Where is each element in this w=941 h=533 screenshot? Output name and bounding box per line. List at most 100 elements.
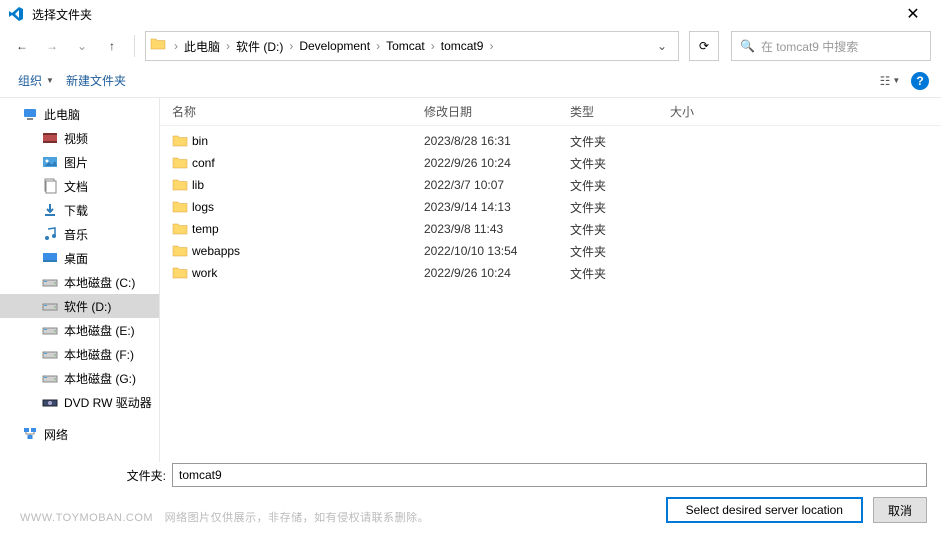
select-location-button[interactable]: Select desired server location	[666, 497, 863, 523]
nav-separator	[134, 35, 135, 57]
file-type: 文件夹	[570, 265, 670, 282]
breadcrumb-item[interactable]: 此电脑	[180, 38, 224, 55]
folder-icon	[172, 156, 192, 170]
breadcrumb-item[interactable]: Tomcat	[382, 39, 429, 53]
documents-icon	[42, 178, 58, 194]
sidebar-item-network[interactable]: 网络	[0, 422, 159, 446]
column-size[interactable]: 大小	[670, 103, 750, 120]
folder-label: 文件夹:	[14, 467, 172, 484]
column-headers: 名称 修改日期 类型 大小	[160, 98, 941, 126]
sidebar-item-label: 本地磁盘 (C:)	[64, 274, 135, 291]
chevron-down-icon: ▼	[46, 76, 54, 85]
folder-icon	[172, 178, 192, 192]
search-placeholder: 在 tomcat9 中搜索	[761, 38, 858, 55]
file-name: bin	[192, 134, 424, 148]
downloads-icon	[42, 202, 58, 218]
folder-row: 文件夹:	[14, 463, 927, 487]
refresh-button[interactable]: ⟳	[689, 31, 719, 61]
breadcrumb-dropdown[interactable]: ⌄	[650, 39, 674, 53]
main-area: 此电脑视频图片文档下载音乐桌面本地磁盘 (C:) 软件 (D:)本地磁盘 (E:)…	[0, 98, 941, 462]
music-icon	[42, 226, 58, 242]
sidebar-item[interactable]: 下载	[0, 198, 159, 222]
sidebar-item-label: 音乐	[64, 226, 88, 243]
sidebar-item[interactable]: 软件 (D:)	[0, 294, 159, 318]
file-row[interactable]: bin2023/8/28 16:31文件夹	[160, 130, 941, 152]
file-date: 2022/10/10 13:54	[424, 244, 570, 258]
file-row[interactable]: work2022/9/26 10:24文件夹	[160, 262, 941, 284]
file-row[interactable]: temp2023/9/8 11:43文件夹	[160, 218, 941, 240]
desktop-icon	[42, 250, 58, 266]
breadcrumb-item[interactable]: tomcat9	[437, 39, 488, 53]
file-name: webapps	[192, 244, 424, 258]
back-button[interactable]: ←	[10, 34, 34, 58]
file-type: 文件夹	[570, 133, 670, 150]
watermark: WWW.TOYMOBAN.COM 网络图片仅供展示，非存储，如有侵权请联系删除。	[20, 509, 429, 525]
sidebar-item-label: 此电脑	[44, 106, 80, 123]
file-type: 文件夹	[570, 221, 670, 238]
file-name: temp	[192, 222, 424, 236]
file-row[interactable]: conf2022/9/26 10:24文件夹	[160, 152, 941, 174]
file-date: 2023/9/8 11:43	[424, 222, 570, 236]
network-icon	[22, 426, 38, 442]
view-options-button[interactable]: ☷ ▼	[879, 70, 901, 92]
recent-button[interactable]: ⌄	[70, 34, 94, 58]
drive-icon	[42, 298, 58, 314]
breadcrumb-item[interactable]: 软件 (D:)	[232, 38, 287, 55]
file-name: conf	[192, 156, 424, 170]
column-name[interactable]: 名称	[172, 103, 424, 120]
folder-input[interactable]	[172, 463, 927, 487]
sidebar-item-label: 文档	[64, 178, 88, 195]
folder-icon	[172, 244, 192, 258]
sidebar-item-label: 图片	[64, 154, 88, 171]
chevron-down-icon: ▼	[892, 76, 900, 85]
sidebar-item[interactable]: 此电脑	[0, 102, 159, 126]
chevron-icon: ›	[224, 39, 232, 53]
pc-icon	[22, 106, 38, 122]
file-type: 文件夹	[570, 177, 670, 194]
drive-icon	[42, 370, 58, 386]
file-type: 文件夹	[570, 199, 670, 216]
close-button[interactable]: ✕	[893, 4, 933, 24]
breadcrumb[interactable]: › 此电脑 › 软件 (D:) › Development › Tomcat ›…	[145, 31, 679, 61]
sidebar-item-label: DVD RW 驱动器	[64, 394, 152, 411]
sidebar-item[interactable]: 图片	[0, 150, 159, 174]
forward-button[interactable]: →	[40, 34, 64, 58]
file-name: logs	[192, 200, 424, 214]
pictures-icon	[42, 154, 58, 170]
sidebar-item[interactable]: 桌面	[0, 246, 159, 270]
file-row[interactable]: lib2022/3/7 10:07文件夹	[160, 174, 941, 196]
cancel-button[interactable]: 取消	[873, 497, 927, 523]
organize-menu[interactable]: 组织 ▼	[12, 68, 60, 93]
drive-icon	[42, 274, 58, 290]
sidebar-item[interactable]: 视频	[0, 126, 159, 150]
new-folder-button[interactable]: 新建文件夹	[60, 68, 132, 93]
sidebar-item[interactable]: 本地磁盘 (F:)	[0, 342, 159, 366]
chevron-icon: ›	[487, 39, 495, 53]
file-row[interactable]: webapps2022/10/10 13:54文件夹	[160, 240, 941, 262]
chevron-icon: ›	[374, 39, 382, 53]
sidebar-item[interactable]: 本地磁盘 (G:)	[0, 366, 159, 390]
help-button[interactable]: ?	[911, 72, 929, 90]
sidebar-item-label: 桌面	[64, 250, 88, 267]
search-input[interactable]: 🔍 在 tomcat9 中搜索	[731, 31, 931, 61]
sidebar-item[interactable]: 音乐	[0, 222, 159, 246]
sidebar-item[interactable]: 文档	[0, 174, 159, 198]
column-type[interactable]: 类型	[570, 103, 670, 120]
breadcrumb-item[interactable]: Development	[295, 39, 374, 53]
sidebar-item[interactable]: 本地磁盘 (E:)	[0, 318, 159, 342]
file-list: bin2023/8/28 16:31文件夹conf2022/9/26 10:24…	[160, 126, 941, 462]
file-date: 2022/9/26 10:24	[424, 156, 570, 170]
sidebar-item-label: 视频	[64, 130, 88, 147]
file-row[interactable]: logs2023/9/14 14:13文件夹	[160, 196, 941, 218]
window-title: 选择文件夹	[32, 6, 893, 23]
sidebar-item[interactable]: DVD RW 驱动器	[0, 390, 159, 414]
sidebar: 此电脑视频图片文档下载音乐桌面本地磁盘 (C:) 软件 (D:)本地磁盘 (E:)…	[0, 98, 160, 462]
sidebar-item[interactable]: 本地磁盘 (C:)	[0, 270, 159, 294]
column-date[interactable]: 修改日期	[424, 103, 570, 120]
file-date: 2022/9/26 10:24	[424, 266, 570, 280]
file-date: 2023/8/28 16:31	[424, 134, 570, 148]
dvd-icon	[42, 394, 58, 410]
up-button[interactable]: ↑	[100, 34, 124, 58]
file-type: 文件夹	[570, 155, 670, 172]
folder-icon	[172, 266, 192, 280]
